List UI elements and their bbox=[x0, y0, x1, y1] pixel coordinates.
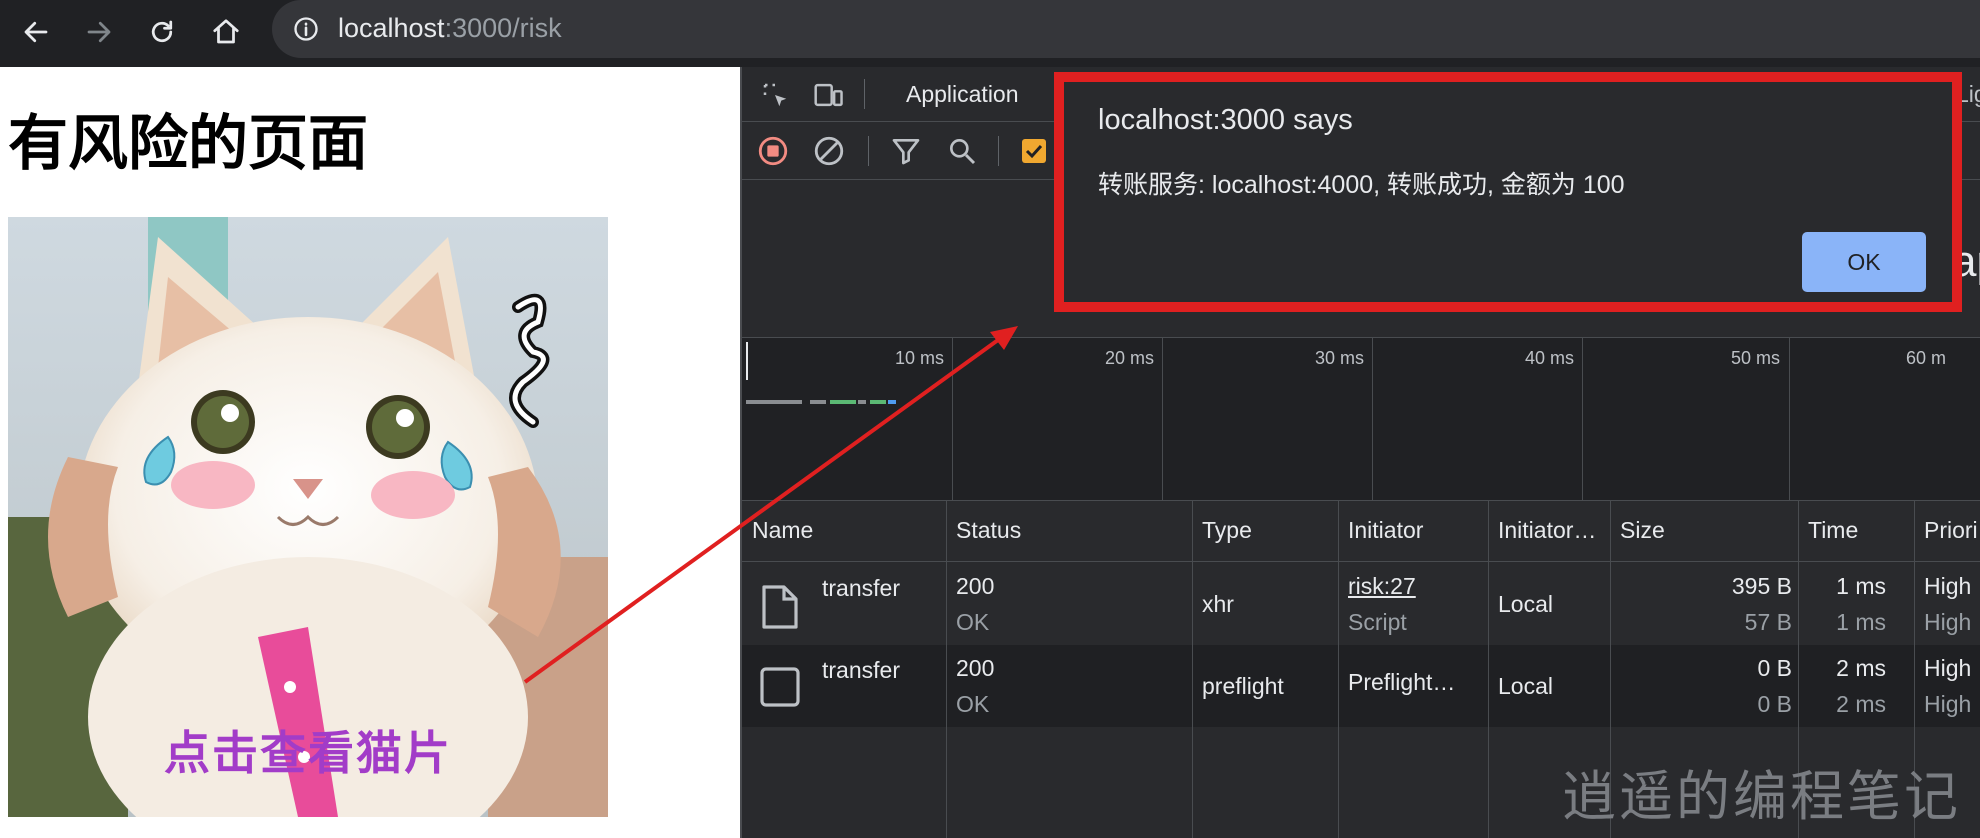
column-header-priority[interactable]: Priori bbox=[1924, 517, 1978, 544]
column-header-initiator[interactable]: Initiator bbox=[1348, 517, 1423, 544]
request-resource-size: 57 B bbox=[1744, 609, 1792, 635]
timeline-label: 60 m bbox=[1906, 348, 1947, 368]
request-priority: High bbox=[1924, 573, 1972, 599]
preserve-log-checkbox[interactable] bbox=[1022, 139, 1046, 163]
table-row[interactable]: transfer 200 OK xhr risk:27 Script Local… bbox=[742, 563, 1980, 645]
home-button[interactable] bbox=[202, 8, 250, 56]
timeline-cursor bbox=[746, 342, 748, 380]
page-title: 有风险的页面 bbox=[8, 109, 368, 179]
request-initiator-address: Local bbox=[1498, 591, 1553, 617]
dialog-title: localhost:3000 says bbox=[1098, 104, 1353, 136]
cat-caption[interactable]: 点击查看猫片 bbox=[8, 717, 608, 783]
url-host: localhost bbox=[338, 13, 445, 43]
ok-button[interactable]: OK bbox=[1802, 232, 1926, 292]
forward-button[interactable] bbox=[75, 8, 123, 56]
column-header-size[interactable]: Size bbox=[1620, 517, 1665, 544]
tab-application[interactable]: Application bbox=[906, 81, 1019, 108]
home-icon bbox=[213, 19, 239, 44]
inspect-element-icon[interactable] bbox=[760, 80, 790, 110]
filter-icon[interactable] bbox=[890, 135, 922, 167]
request-time: 1 ms bbox=[1836, 573, 1886, 599]
timeline-bar bbox=[888, 400, 896, 404]
request-initiator[interactable]: Preflight… bbox=[1348, 669, 1455, 696]
request-type: preflight bbox=[1202, 673, 1284, 699]
column-divider bbox=[946, 500, 947, 838]
timeline-gridline bbox=[952, 338, 953, 501]
column-header-type[interactable]: Type bbox=[1202, 517, 1252, 544]
request-status-text: OK bbox=[956, 609, 990, 635]
table-row[interactable]: transfer 200 OK preflight Preflight… Loc… bbox=[742, 645, 1980, 727]
timeline-label: 40 ms bbox=[1524, 348, 1574, 368]
browser-toolbar: localhost:3000/risk bbox=[0, 0, 1980, 67]
request-resource-size: 0 B bbox=[1757, 691, 1792, 717]
address-bar[interactable]: localhost:3000/risk bbox=[272, 0, 1980, 58]
record-stop-icon[interactable] bbox=[756, 134, 790, 168]
request-status-text: OK bbox=[956, 691, 990, 717]
column-header-status[interactable]: Status bbox=[956, 517, 1021, 544]
timeline-gridline bbox=[1582, 338, 1583, 501]
divider bbox=[868, 136, 869, 166]
dialog-message: 转账服务: localhost:4000, 转账成功, 金额为 100 bbox=[1098, 171, 1625, 199]
timeline-bar bbox=[830, 400, 856, 404]
timeline-gridline bbox=[1162, 338, 1163, 501]
timeline-gridline bbox=[1789, 338, 1790, 501]
info-icon[interactable] bbox=[292, 15, 320, 43]
search-icon[interactable] bbox=[946, 135, 978, 167]
timeline-label: 20 ms bbox=[1104, 348, 1154, 368]
timeline-bar bbox=[858, 400, 866, 404]
request-latency: 1 ms bbox=[1836, 609, 1886, 635]
request-status: 200 bbox=[956, 573, 995, 599]
request-initiator-type: Script bbox=[1348, 609, 1407, 635]
divider bbox=[864, 79, 865, 109]
watermark: 逍遥的编程笔记 bbox=[1562, 767, 1961, 827]
request-time: 2 ms bbox=[1836, 655, 1886, 681]
alert-dialog: localhost:3000 says 转账服务: localhost:4000… bbox=[1054, 72, 1962, 312]
arrow-right-icon bbox=[87, 21, 111, 43]
request-priority: High bbox=[1924, 655, 1972, 681]
timeline-gridline bbox=[1372, 338, 1373, 501]
column-header-initiator-address[interactable]: Initiator… bbox=[1498, 517, 1596, 544]
timeline-label: 10 ms bbox=[894, 348, 944, 368]
timeline-label: 50 ms bbox=[1730, 348, 1780, 368]
url-text[interactable]: localhost:3000/risk bbox=[338, 10, 562, 46]
request-latency: 2 ms bbox=[1836, 691, 1886, 717]
column-divider bbox=[1338, 500, 1339, 838]
back-button[interactable] bbox=[12, 8, 60, 56]
arrow-left-icon bbox=[24, 21, 48, 43]
cat-image-link[interactable]: 点击查看猫片 bbox=[8, 217, 608, 817]
column-divider bbox=[1192, 500, 1193, 838]
request-initiator-address: Local bbox=[1498, 673, 1553, 699]
request-type: xhr bbox=[1202, 591, 1234, 617]
timeline-bar bbox=[870, 400, 886, 404]
request-size: 395 B bbox=[1731, 573, 1792, 599]
timeline-overview: 10 ms 20 ms 30 ms 40 ms 50 ms 60 m bbox=[742, 337, 1980, 501]
request-status: 200 bbox=[956, 655, 995, 681]
check-icon bbox=[1025, 144, 1043, 159]
timeline-bar bbox=[746, 400, 802, 404]
document-icon bbox=[762, 585, 798, 629]
page-viewport: 有风险的页面 点击查看猫片 bbox=[0, 67, 740, 838]
reload-button[interactable] bbox=[138, 8, 186, 56]
request-name[interactable]: transfer bbox=[822, 575, 900, 602]
column-header-name[interactable]: Name bbox=[752, 517, 813, 544]
timeline-label: 30 ms bbox=[1314, 348, 1364, 368]
column-header-time[interactable]: Time bbox=[1808, 517, 1858, 544]
request-name[interactable]: transfer bbox=[822, 657, 900, 684]
preflight-icon bbox=[760, 667, 800, 707]
divider bbox=[998, 136, 999, 166]
device-toolbar-icon[interactable] bbox=[812, 80, 844, 110]
column-divider bbox=[1488, 500, 1489, 838]
url-path: :3000/risk bbox=[444, 13, 562, 43]
timeline-bar bbox=[810, 400, 826, 404]
request-initial-priority: High bbox=[1924, 609, 1972, 635]
request-table-header: Name Status Type Initiator Initiator… Si… bbox=[742, 500, 1980, 562]
request-initiator-link[interactable]: risk:27 bbox=[1348, 573, 1416, 600]
clear-icon[interactable] bbox=[812, 134, 846, 168]
request-size: 0 B bbox=[1757, 655, 1792, 681]
request-initial-priority: High bbox=[1924, 691, 1972, 717]
reload-icon bbox=[151, 20, 173, 43]
